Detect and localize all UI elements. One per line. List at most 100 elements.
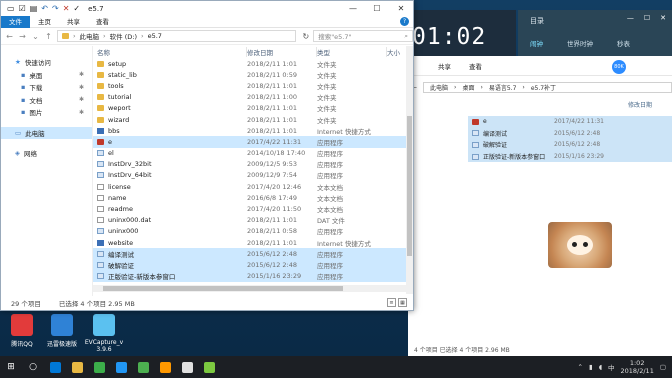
details-view-icon[interactable]: ≡ <box>387 298 396 307</box>
notification-icon[interactable]: ▢ <box>660 363 666 371</box>
table-row[interactable]: readme 2017/4/20 11:50 文本文档 <box>93 203 413 214</box>
float-badge[interactable]: 80K <box>612 60 626 74</box>
redo-icon[interactable]: ↷ <box>52 4 59 13</box>
table-row[interactable]: wizard 2018/2/11 1:01 文件夹 <box>93 114 413 125</box>
maximize-icon[interactable]: ☐ <box>644 14 650 22</box>
pin-icon[interactable]: ✱ <box>79 109 84 116</box>
search-icon[interactable]: ○ <box>22 356 44 378</box>
folder-icon <box>97 105 104 112</box>
table-row[interactable]: tools 2018/2/11 1:01 文件夹 <box>93 80 413 91</box>
sidebar-item[interactable]: ▪ 文档 ✱ <box>1 94 92 107</box>
bg-col-date[interactable]: 修改日期 <box>628 100 652 109</box>
breadcrumb[interactable]: e5.7 <box>148 32 162 40</box>
list-item[interactable]: 编译测试 2015/6/12 2:48 <box>468 127 672 140</box>
table-row[interactable]: 正版验证-新版本参窗口 2015/1/16 23:29 应用程序 <box>93 270 413 282</box>
forward-icon[interactable]: → <box>18 32 27 41</box>
desktop-icon-qq[interactable]: 腾讯QQ <box>0 314 44 348</box>
vertical-scrollbar[interactable] <box>406 46 413 294</box>
bg-address-bar[interactable]: ← 此电脑 › 桌面 › 易语言5.7 › e5.7补丁 <box>408 80 672 94</box>
tab-share[interactable]: 共享 <box>59 16 88 28</box>
sidebar-item[interactable]: ★ 快速访问 <box>1 56 92 69</box>
sidebar-item[interactable]: ▪ 图片 ✱ <box>1 106 92 119</box>
pin-icon[interactable]: ✱ <box>79 71 84 78</box>
col-name[interactable]: 名称 <box>97 47 247 57</box>
taskbar-app-icon[interactable] <box>154 356 176 378</box>
taskbar-app-icon[interactable] <box>110 356 132 378</box>
doc-icon <box>97 206 104 213</box>
horizontal-scrollbar[interactable] <box>93 285 406 292</box>
table-row[interactable]: name 2016/6/8 17:49 文本文档 <box>93 192 413 203</box>
close-button[interactable]: ✕ <box>389 1 413 16</box>
table-row[interactable]: 编译测试 2015/6/12 2:48 应用程序 <box>93 248 413 260</box>
sidebar-item[interactable]: ▪ 桌面 ✱ <box>1 69 92 82</box>
taskbar-app-icon[interactable] <box>88 356 110 378</box>
tab-world-clock[interactable]: 世界时钟 <box>567 38 593 48</box>
new-folder-icon[interactable]: ▤ <box>30 4 38 13</box>
sidebar-item[interactable]: ▪ 下载 ✱ <box>1 81 92 94</box>
col-type[interactable]: 类型 <box>317 47 387 57</box>
desktop-icon-xunlei[interactable]: 迅雷极速版 <box>40 314 84 348</box>
chevron-up-icon[interactable]: ⌃ <box>578 363 583 371</box>
minimize-button[interactable]: — <box>341 1 365 16</box>
tab-file[interactable]: 文件 <box>1 15 30 28</box>
list-item[interactable]: e 2017/4/22 11:31 <box>468 116 672 128</box>
table-row[interactable]: 破解验证 2015/6/12 2:48 应用程序 <box>93 259 413 271</box>
volume-icon[interactable]: ◖ <box>599 363 602 371</box>
taskbar-app-icon[interactable] <box>132 356 154 378</box>
bg-tab-share[interactable]: 共享 <box>438 61 451 75</box>
table-row[interactable]: tutorial 2018/2/11 1:00 文件夹 <box>93 92 413 103</box>
taskbar-app-icon[interactable] <box>44 356 66 378</box>
taskbar-clock[interactable]: 1:02 2018/2/11 <box>621 359 654 375</box>
cat-sticker-image <box>548 222 612 268</box>
table-row[interactable]: license 2017/4/20 12:46 文本文档 <box>93 181 413 192</box>
table-row[interactable]: el 2014/10/18 17:40 应用程序 <box>93 148 413 159</box>
tab-home[interactable]: 主页 <box>30 16 59 28</box>
table-row[interactable]: e 2017/4/22 11:31 应用程序 <box>93 136 413 148</box>
ime-indicator[interactable]: 中 <box>608 362 615 372</box>
address-bar[interactable]: › 此电脑 › 软件 (D:) › e5.7 <box>56 30 297 42</box>
table-row[interactable]: uninx000 2018/2/11 0:58 应用程序 <box>93 226 413 237</box>
breadcrumb[interactable]: 此电脑 <box>80 31 100 41</box>
properties-icon[interactable]: ☑ <box>19 4 26 13</box>
table-row[interactable]: weport 2018/2/11 1:01 文件夹 <box>93 103 413 114</box>
table-row[interactable]: bbs 2018/2/11 1:01 Internet 快捷方式 <box>93 125 413 136</box>
table-row[interactable]: uninx000.dat 2018/2/11 1:01 DAT 文件 <box>93 215 413 226</box>
pin-icon[interactable]: ✱ <box>79 96 84 103</box>
tab-view[interactable]: 查看 <box>88 16 117 28</box>
recent-icon[interactable]: ⌄ <box>31 32 40 41</box>
taskbar-app-icon[interactable] <box>198 356 220 378</box>
pin-icon[interactable]: ✱ <box>79 84 84 91</box>
list-item[interactable]: 正版验证-新版本参窗口 2015/1/16 23:29 <box>468 150 672 163</box>
taskbar-app-icon[interactable] <box>66 356 88 378</box>
refresh-icon[interactable]: ↻ <box>302 32 309 41</box>
tiles-view-icon[interactable]: ▦ <box>398 298 407 307</box>
table-row[interactable]: InstDrv_64bit 2009/12/9 7:54 应用程序 <box>93 170 413 181</box>
check-icon[interactable]: ✓ <box>73 4 80 13</box>
minimize-icon[interactable]: — <box>627 14 634 22</box>
tab-alarm[interactable]: 闹钟 <box>530 38 543 48</box>
desktop-icon-evcapture[interactable]: EVCapture_v 3.9.6 <box>82 314 126 353</box>
back-icon[interactable]: ← <box>5 32 14 41</box>
sidebar-item[interactable]: ◈ 网络 <box>1 147 92 160</box>
search-input[interactable]: 搜索"e5.7" ⌕ <box>313 30 414 42</box>
list-item[interactable]: 破解验证 2015/6/12 2:48 <box>468 139 672 151</box>
maximize-button[interactable]: ☐ <box>365 1 389 16</box>
start-button[interactable]: ⊞ <box>0 356 22 378</box>
col-date[interactable]: 修改日期 <box>247 47 317 57</box>
tab-stopwatch[interactable]: 秒表 <box>617 38 630 48</box>
bg-tab-view[interactable]: 查看 <box>469 61 482 75</box>
delete-icon[interactable]: ✕ <box>63 4 70 13</box>
up-icon[interactable]: ↑ <box>44 32 53 41</box>
table-row[interactable]: setup 2018/2/11 1:01 文件夹 <box>93 58 413 69</box>
table-row[interactable]: website 2018/2/11 1:01 Internet 快捷方式 <box>93 237 413 248</box>
close-icon[interactable]: ✕ <box>660 14 666 22</box>
network-icon[interactable]: ▮ <box>589 363 593 371</box>
sidebar-item[interactable]: ▭ 此电脑 <box>1 126 92 139</box>
table-row[interactable]: static_lib 2018/2/11 0:59 文件夹 <box>93 69 413 80</box>
taskbar-app-icon[interactable] <box>176 356 198 378</box>
table-row[interactable]: InstDrv_32bit 2009/12/5 9:53 应用程序 <box>93 159 413 170</box>
help-icon[interactable]: ? <box>400 17 409 26</box>
breadcrumb[interactable]: 软件 (D:) <box>110 31 137 41</box>
undo-icon[interactable]: ↶ <box>41 4 48 13</box>
e-app-icon <box>97 138 104 145</box>
